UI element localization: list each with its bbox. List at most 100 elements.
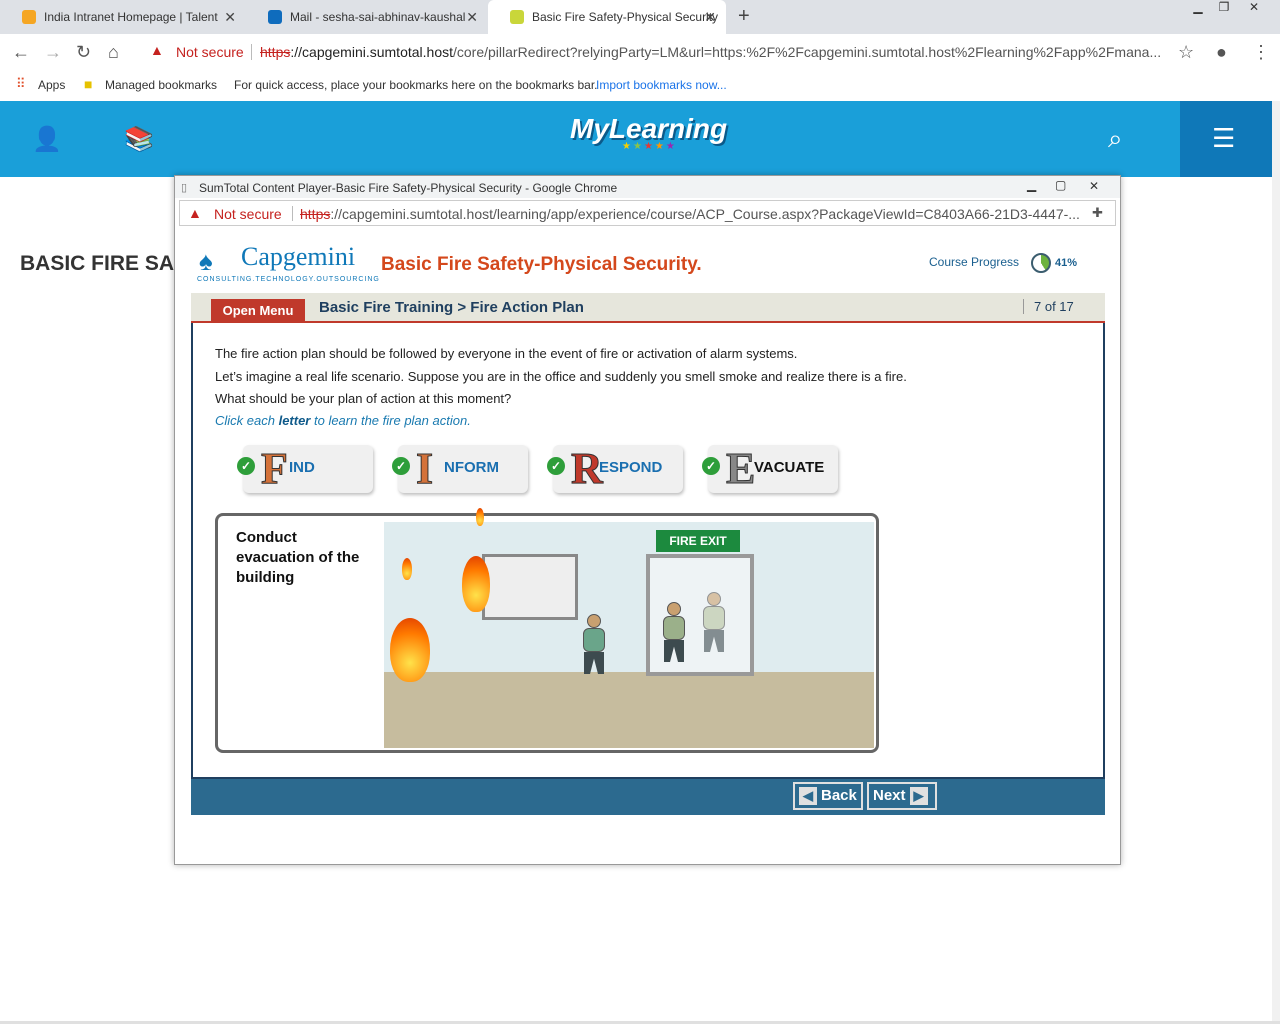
tab-mail[interactable]: Mail - sesha-sai-abhinav-kaushal ✕ <box>246 0 488 34</box>
popup-address-bar[interactable]: ▲ Not secure https://capgemini.sumtotal.… <box>179 200 1116 226</box>
bookmarks-hint: For quick access, place your bookmarks h… <box>234 78 598 92</box>
page-scrollbar[interactable] <box>1272 101 1280 1021</box>
import-bookmarks-link[interactable]: Import bookmarks now... <box>596 78 727 92</box>
breadcrumb: Basic Fire Training > Fire Action Plan <box>319 299 584 316</box>
logo-stars-icon: ★★★★★ <box>622 141 677 152</box>
user-icon[interactable]: 👤 <box>32 125 62 154</box>
outlook-favicon-icon <box>268 10 282 24</box>
page-title: BASIC FIRE SAI <box>20 252 180 275</box>
letter-rest: ESPOND <box>599 459 663 476</box>
letter-rest: IND <box>289 459 315 476</box>
running-person-icon <box>580 614 606 674</box>
page-counter: 7 of 17 <box>1023 299 1074 314</box>
apps-link[interactable]: Apps <box>38 78 65 92</box>
course-progress-value: 41% <box>1055 257 1078 269</box>
notice-board <box>482 554 578 620</box>
list-menu-icon: ☰ <box>1212 123 1236 153</box>
running-person-icon <box>700 592 726 652</box>
running-person-icon <box>660 602 686 662</box>
right-arrow-icon: ▶ <box>909 787 928 806</box>
tab-intranet[interactable]: India Intranet Homepage | Talent ✕ <box>0 0 246 34</box>
checkmark-icon: ✓ <box>547 457 565 475</box>
logo-tagline: CONSULTING.TECHNOLOGY.OUTSOURCING <box>197 276 380 283</box>
office-room: FIRE EXIT <box>384 508 874 748</box>
maximize-icon[interactable]: ▢ <box>1055 178 1066 192</box>
back-label: Back <box>821 787 857 804</box>
bookmark-star-icon[interactable]: ☆ <box>1178 42 1194 63</box>
minimize-icon[interactable]: ▁ <box>1027 178 1036 192</box>
intro-line: The fire action plan should be followed … <box>215 346 798 361</box>
next-button[interactable]: Next ▶ <box>867 782 937 810</box>
letter-button-evacuate[interactable]: ✓ E VACUATE <box>702 444 838 493</box>
letter-button-find[interactable]: ✓ F IND <box>237 444 373 493</box>
close-icon[interactable]: ✕ <box>704 9 716 26</box>
letter-button-respond[interactable]: ✓ R ESPOND <box>547 444 683 493</box>
warning-icon: ▲ <box>188 205 202 221</box>
restore-icon[interactable]: ❐ <box>1210 0 1238 20</box>
hint-emphasis: letter <box>278 413 311 428</box>
security-status: Not secure <box>214 206 282 222</box>
course-title: Basic Fire Safety-Physical Security. <box>381 254 702 275</box>
minimize-icon[interactable]: ▁ <box>1184 0 1212 20</box>
checkmark-icon: ✓ <box>392 457 410 475</box>
open-menu-button[interactable]: Open Menu <box>211 299 305 323</box>
letter-glyph: R <box>571 444 604 493</box>
course-progress-label: Course Progress <box>929 255 1020 269</box>
popup-title: SumTotal Content Player-Basic Fire Safet… <box>199 181 618 195</box>
spade-logo-icon: ♠ <box>199 246 213 276</box>
back-button[interactable]: ◀ Back <box>793 782 863 810</box>
managed-bookmarks-link[interactable]: Managed bookmarks <box>105 78 217 92</box>
popup-titlebar: ▯ SumTotal Content Player-Basic Fire Saf… <box>175 176 1120 198</box>
logo-wordmark: Capgemini <box>241 242 356 271</box>
intro-line: What should be your plan of action at th… <box>215 391 512 406</box>
reload-icon[interactable]: ↻ <box>76 42 91 63</box>
url-host: ://capgemini.sumtotal.host <box>290 44 453 60</box>
security-status[interactable]: Not secure <box>176 44 244 60</box>
library-icon[interactable]: 📚 <box>124 125 154 154</box>
divider <box>292 206 293 221</box>
hint-text: Click each <box>215 413 279 428</box>
search-icon[interactable]: ⌕ <box>1108 123 1123 155</box>
tab-title: Mail - sesha-sai-abhinav-kaushal <box>290 10 466 24</box>
tab-fire-safety[interactable]: Basic Fire Safety-Physical Security ✕ <box>488 0 726 34</box>
home-icon[interactable]: ⌂ <box>108 42 119 63</box>
tab-title: Basic Fire Safety-Physical Security <box>532 10 719 24</box>
profile-icon[interactable]: ● <box>1216 42 1227 63</box>
apps-grid-icon[interactable]: ⠿ <box>16 76 26 92</box>
letter-rest: VACUATE <box>754 459 825 476</box>
flame-icon <box>462 556 490 612</box>
url-path: /core/pillarRedirect?relyingParty=LM&url… <box>453 44 1160 60</box>
new-tab-button[interactable]: + <box>738 5 750 28</box>
sumtotal-favicon-icon <box>510 10 524 24</box>
lesson-stage: The fire action plan should be followed … <box>191 323 1105 779</box>
close-icon[interactable]: ✕ <box>466 9 478 26</box>
browser-tab-strip: India Intranet Homepage | Talent ✕ Mail … <box>0 0 1280 34</box>
back-arrow-icon[interactable]: ← <box>12 42 30 63</box>
letter-button-inform[interactable]: ✓ I NFORM <box>392 444 528 493</box>
page-icon: ▯ <box>181 182 188 194</box>
forward-arrow-icon[interactable]: → <box>44 42 62 63</box>
evacuation-illustration: Conduct evacuation of the building FIRE … <box>215 508 879 753</box>
folder-icon: ■ <box>84 76 93 92</box>
kebab-menu-icon[interactable]: ⋮ <box>1252 42 1270 63</box>
url-rest: ://capgemini.sumtotal.host/learning/app/… <box>330 206 1080 222</box>
intro-text: The fire action plan should be followed … <box>215 343 907 411</box>
letter-glyph: E <box>725 444 756 493</box>
close-window-icon[interactable]: ✕ <box>1089 179 1099 193</box>
flame-icon <box>402 558 412 580</box>
extension-icon[interactable]: ✚ <box>1092 205 1103 221</box>
close-window-icon[interactable]: ✕ <box>1240 0 1268 20</box>
instruction-hint: Click each letter to learn the fire plan… <box>215 413 471 428</box>
breadcrumb-bar: Open Menu Basic Fire Training > Fire Act… <box>191 293 1105 323</box>
warning-icon[interactable]: ▲ <box>150 42 164 58</box>
letter-rest: NFORM <box>444 459 499 476</box>
mylearning-header: 👤 📚 MyLearning ★★★★★ ⌕ ☰ <box>0 101 1272 177</box>
divider <box>251 44 252 60</box>
hint-text: to learn the fire plan action. <box>310 413 471 428</box>
close-icon[interactable]: ✕ <box>224 9 236 26</box>
intranet-favicon-icon <box>22 10 36 24</box>
menu-button[interactable]: ☰ <box>1180 101 1272 177</box>
url-field[interactable]: https://capgemini.sumtotal.host/core/pil… <box>260 44 1160 60</box>
bookmarks-bar: ⠿ Apps ■ Managed bookmarks For quick acc… <box>0 70 1280 100</box>
content-player-window: ▯ SumTotal Content Player-Basic Fire Saf… <box>174 175 1121 865</box>
